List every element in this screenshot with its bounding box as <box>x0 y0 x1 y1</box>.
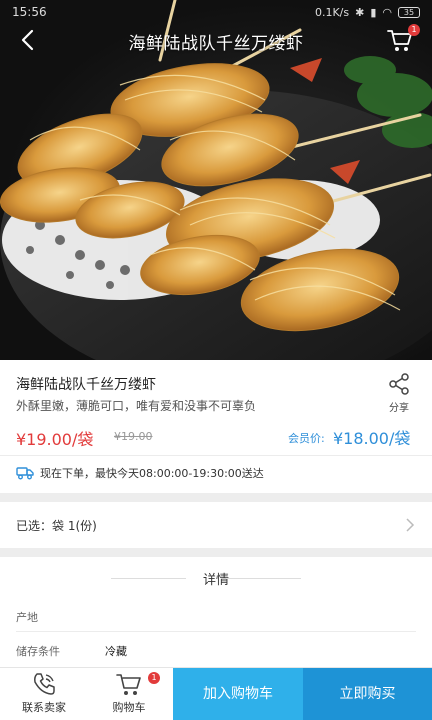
details-heading: 详情 <box>0 569 432 589</box>
contact-seller-button[interactable]: 联系卖家 <box>16 668 72 720</box>
share-label: 分享 <box>389 403 409 414</box>
detail-row-origin: 产地 <box>16 601 416 631</box>
bottom-cart-button[interactable]: 1 购物车 <box>100 668 160 720</box>
nav-cart-button[interactable]: 1 <box>386 24 420 54</box>
divider <box>111 578 186 579</box>
bottom-action-bar: 联系卖家 1 购物车 加入购物车 立即购买 <box>0 667 432 720</box>
original-price: ¥19.00 <box>114 430 153 443</box>
cart-icon <box>116 674 141 695</box>
page-title: 海鲜陆战队千丝万缕虾 <box>128 34 304 54</box>
buy-now-button[interactable]: 立即购买 <box>303 668 432 720</box>
member-price-label: 会员价: <box>288 432 325 445</box>
back-arrow-icon <box>21 29 34 51</box>
network-speed: 0.1K/s <box>314 5 350 19</box>
signal-icon: ▮ <box>370 5 377 19</box>
phone-icon <box>34 673 55 695</box>
status-time: 15:56 <box>12 5 47 19</box>
delivery-info: 现在下单，最快今天08:00:00-19:30:00送达 <box>16 465 264 481</box>
wifi-icon: ◠ <box>382 5 392 19</box>
contact-seller-label: 联系卖家 <box>22 701 66 714</box>
nav-bar: 海鲜陆战队千丝万缕虾 1 <box>0 22 432 58</box>
bluetooth-icon: ✱ <box>355 5 365 19</box>
status-bar: 15:56 0.1K/s ✱ ▮ ◠ 35 <box>0 0 432 24</box>
product-description: 外酥里嫩，薄脆可口，唯有爱和没事不可辜负 <box>16 399 257 413</box>
back-button[interactable] <box>14 26 42 54</box>
spec-selector-row[interactable]: 已选：袋 1(份) <box>0 502 432 548</box>
cart-count-badge: 1 <box>408 24 420 36</box>
cart-count-badge: 1 <box>148 672 160 684</box>
divider <box>0 455 432 456</box>
detail-key: 产地 <box>16 611 38 624</box>
cart-label: 购物车 <box>112 701 146 714</box>
detail-row-storage: 储存条件 冷藏 <box>16 635 416 665</box>
details-title: 详情 <box>202 573 229 588</box>
share-icon <box>389 373 409 395</box>
delivery-text: 现在下单，最快今天08:00:00-19:30:00送达 <box>40 467 264 480</box>
divider <box>226 578 301 579</box>
selected-spec: 已选：袋 1(份) <box>16 519 97 533</box>
detail-key: 储存条件 <box>16 645 60 658</box>
product-info-card: 海鲜陆战队千丝万缕虾 外酥里嫩，薄脆可口，唯有爱和没事不可辜负 分享 ¥19.0… <box>0 360 432 493</box>
chevron-right-icon <box>406 518 415 532</box>
battery-icon: 35 <box>398 6 420 18</box>
details-section: 详情 产地 储存条件 冷藏 <box>0 557 432 667</box>
detail-value: 冷藏 <box>105 645 127 658</box>
add-to-cart-button[interactable]: 加入购物车 <box>173 668 303 720</box>
share-button[interactable]: 分享 <box>384 372 414 416</box>
product-name: 海鲜陆战队千丝万缕虾 <box>16 377 156 393</box>
delivery-truck-icon <box>16 467 34 480</box>
divider <box>16 631 416 632</box>
product-price: ¥19.00/袋 <box>16 430 94 449</box>
member-price: ¥18.00/袋 <box>333 429 411 448</box>
